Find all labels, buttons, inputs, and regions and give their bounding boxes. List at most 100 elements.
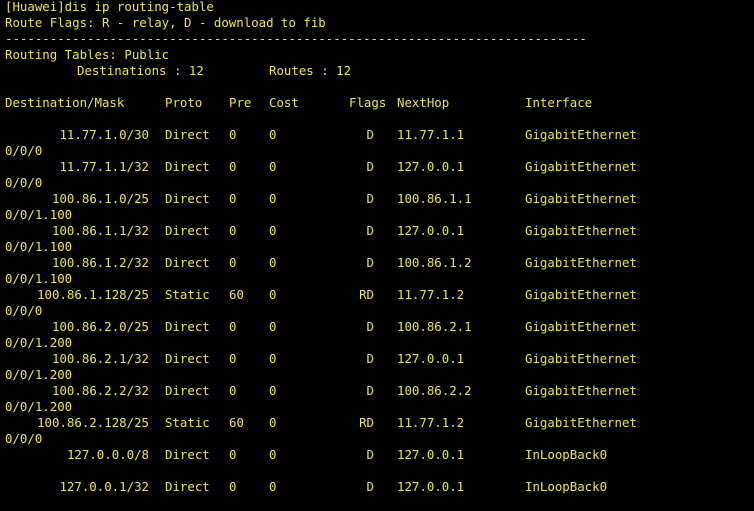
route-interface-continuation: 0/0/1.200 [5, 399, 73, 414]
route-cost: 0 [269, 223, 277, 238]
route-cost: 0 [269, 479, 277, 494]
route-proto: Direct [165, 447, 210, 462]
routes-count: Routes : 12 [269, 63, 352, 78]
table-row: 100.86.1.2/32 Direct 0 0 D 100.86.1.2 GigabitE… [0, 255, 754, 287]
route-proto: Static [165, 415, 210, 430]
route-interface: InLoopBack0 [525, 479, 608, 494]
route-nexthop: 100.86.2.2 [397, 383, 472, 398]
route-interface-continuation: 0/0/0 [5, 303, 43, 318]
route-destination: 100.86.2.2/32 [52, 383, 149, 398]
route-cost: 0 [269, 383, 277, 398]
route-interface: GigabitEthernet [525, 383, 637, 398]
route-destination: 100.86.1.2/32 [52, 255, 149, 270]
route-flags: D [366, 223, 374, 238]
route-flags: D [366, 479, 374, 494]
route-cost: 0 [269, 191, 277, 206]
route-cost: 0 [269, 447, 277, 462]
route-nexthop: 127.0.0.1 [397, 159, 465, 174]
route-interface: GigabitEthernet [525, 415, 637, 430]
table-row: 100.86.2.1/32 Direct 0 0 D 127.0.0.1 GigabitEt… [0, 351, 754, 383]
route-flags: D [366, 255, 374, 270]
route-interface-continuation: 0/0/0 [5, 431, 43, 446]
route-pre: 0 [229, 479, 237, 494]
route-interface: GigabitEthernet [525, 191, 637, 206]
route-destination: 100.86.2.0/25 [52, 319, 149, 334]
route-proto: Direct [165, 255, 210, 270]
route-nexthop: 127.0.0.1 [397, 223, 465, 238]
command-line: [Huawei]dis ip routing-table [5, 0, 214, 14]
route-proto: Direct [165, 351, 210, 366]
route-nexthop: 11.77.1.2 [397, 415, 465, 430]
route-flags: D [366, 383, 374, 398]
route-proto: Static [165, 287, 210, 302]
route-nexthop: 11.77.1.2 [397, 287, 465, 302]
route-interface-continuation: 0/0/1.100 [5, 239, 73, 254]
route-destination: 100.86.2.128/25 [37, 415, 149, 430]
route-flags: D [366, 447, 374, 462]
route-interface-continuation: 0/0/0 [5, 143, 43, 158]
route-interface: InLoopBack0 [525, 447, 608, 462]
table-row: 11.77.1.1/32 Direct 0 0 D 127.0.0.1 GigabitEth… [0, 159, 754, 191]
route-cost: 0 [269, 127, 277, 142]
table-row: 127.0.0.0/8 Direct 0 0 D 127.0.0.1 InLoopBack0 [0, 447, 754, 479]
route-pre: 0 [229, 223, 237, 238]
route-pre: 0 [229, 351, 237, 366]
route-destination: 127.0.0.0/8 [66, 447, 149, 462]
table-row: 100.86.2.0/25 Direct 0 0 D 100.86.2.1 GigabitE… [0, 319, 754, 351]
header-flags: Flags [349, 95, 387, 110]
routing-table-title: Routing Tables: Public [5, 47, 170, 62]
route-proto: Direct [165, 383, 210, 398]
route-interface-continuation: 0/0/1.200 [5, 367, 73, 382]
route-proto: Direct [165, 479, 210, 494]
header-destination: Destination/Mask [5, 95, 125, 110]
destinations-count: Destinations : 12 [77, 63, 204, 78]
terminal-window[interactable]: [Huawei]dis ip routing-table Route Flags… [0, 0, 754, 494]
route-interface: GigabitEthernet [525, 159, 637, 174]
route-destination: 100.86.1.1/32 [52, 223, 149, 238]
route-pre: 0 [229, 159, 237, 174]
route-destination: 11.77.1.0/30 [59, 127, 149, 142]
table-row: 127.0.0.1/32 Direct 0 0 D 127.0.0.1 InLoopBack… [0, 479, 754, 511]
route-interface: GigabitEthernet [525, 287, 637, 302]
route-proto: Direct [165, 127, 210, 142]
route-pre: 60 [229, 287, 244, 302]
route-interface-continuation: 0/0/1.100 [5, 271, 73, 286]
route-cost: 0 [269, 159, 277, 174]
header-nexthop: NextHop [397, 95, 450, 110]
route-interface: GigabitEthernet [525, 319, 637, 334]
route-pre: 60 [229, 415, 244, 430]
route-nexthop: 127.0.0.1 [397, 479, 465, 494]
route-proto: Direct [165, 223, 210, 238]
route-pre: 0 [229, 319, 237, 334]
route-interface: GigabitEthernet [525, 223, 637, 238]
route-nexthop: 11.77.1.1 [397, 127, 465, 142]
route-flags: RD [359, 415, 374, 430]
route-flags-legend: Route Flags: R - relay, D - download to … [5, 15, 326, 30]
route-destination: 100.86.1.0/25 [52, 191, 149, 206]
route-interface: GigabitEthernet [525, 351, 637, 366]
route-pre: 0 [229, 383, 237, 398]
route-cost: 0 [269, 351, 277, 366]
route-pre: 0 [229, 255, 237, 270]
table-row: 100.86.1.128/25 Static 60 0 RD 11.77.1.2 Gigab… [0, 287, 754, 319]
route-cost: 0 [269, 287, 277, 302]
route-pre: 0 [229, 191, 237, 206]
route-flags: D [366, 127, 374, 142]
route-cost: 0 [269, 319, 277, 334]
route-flags: D [366, 351, 374, 366]
table-row: 100.86.2.128/25 Static 60 0 RD 11.77.1.2 Gigab… [0, 415, 754, 447]
table-row: 100.86.1.1/32 Direct 0 0 D 127.0.0.1 GigabitEt… [0, 223, 754, 255]
route-nexthop: 127.0.0.1 [397, 447, 465, 462]
route-interface-continuation: 0/0/1.100 [5, 207, 73, 222]
route-proto: Direct [165, 319, 210, 334]
route-destination: 11.77.1.1/32 [59, 159, 149, 174]
header-proto: Proto [165, 95, 203, 110]
route-cost: 0 [269, 255, 277, 270]
route-destination: 127.0.0.1/32 [59, 479, 149, 494]
route-destination: 100.86.1.128/25 [37, 287, 149, 302]
route-flags: D [366, 319, 374, 334]
route-interface-continuation: 0/0/0 [5, 175, 43, 190]
route-pre: 0 [229, 447, 237, 462]
route-nexthop: 127.0.0.1 [397, 351, 465, 366]
route-interface: GigabitEthernet [525, 127, 637, 142]
